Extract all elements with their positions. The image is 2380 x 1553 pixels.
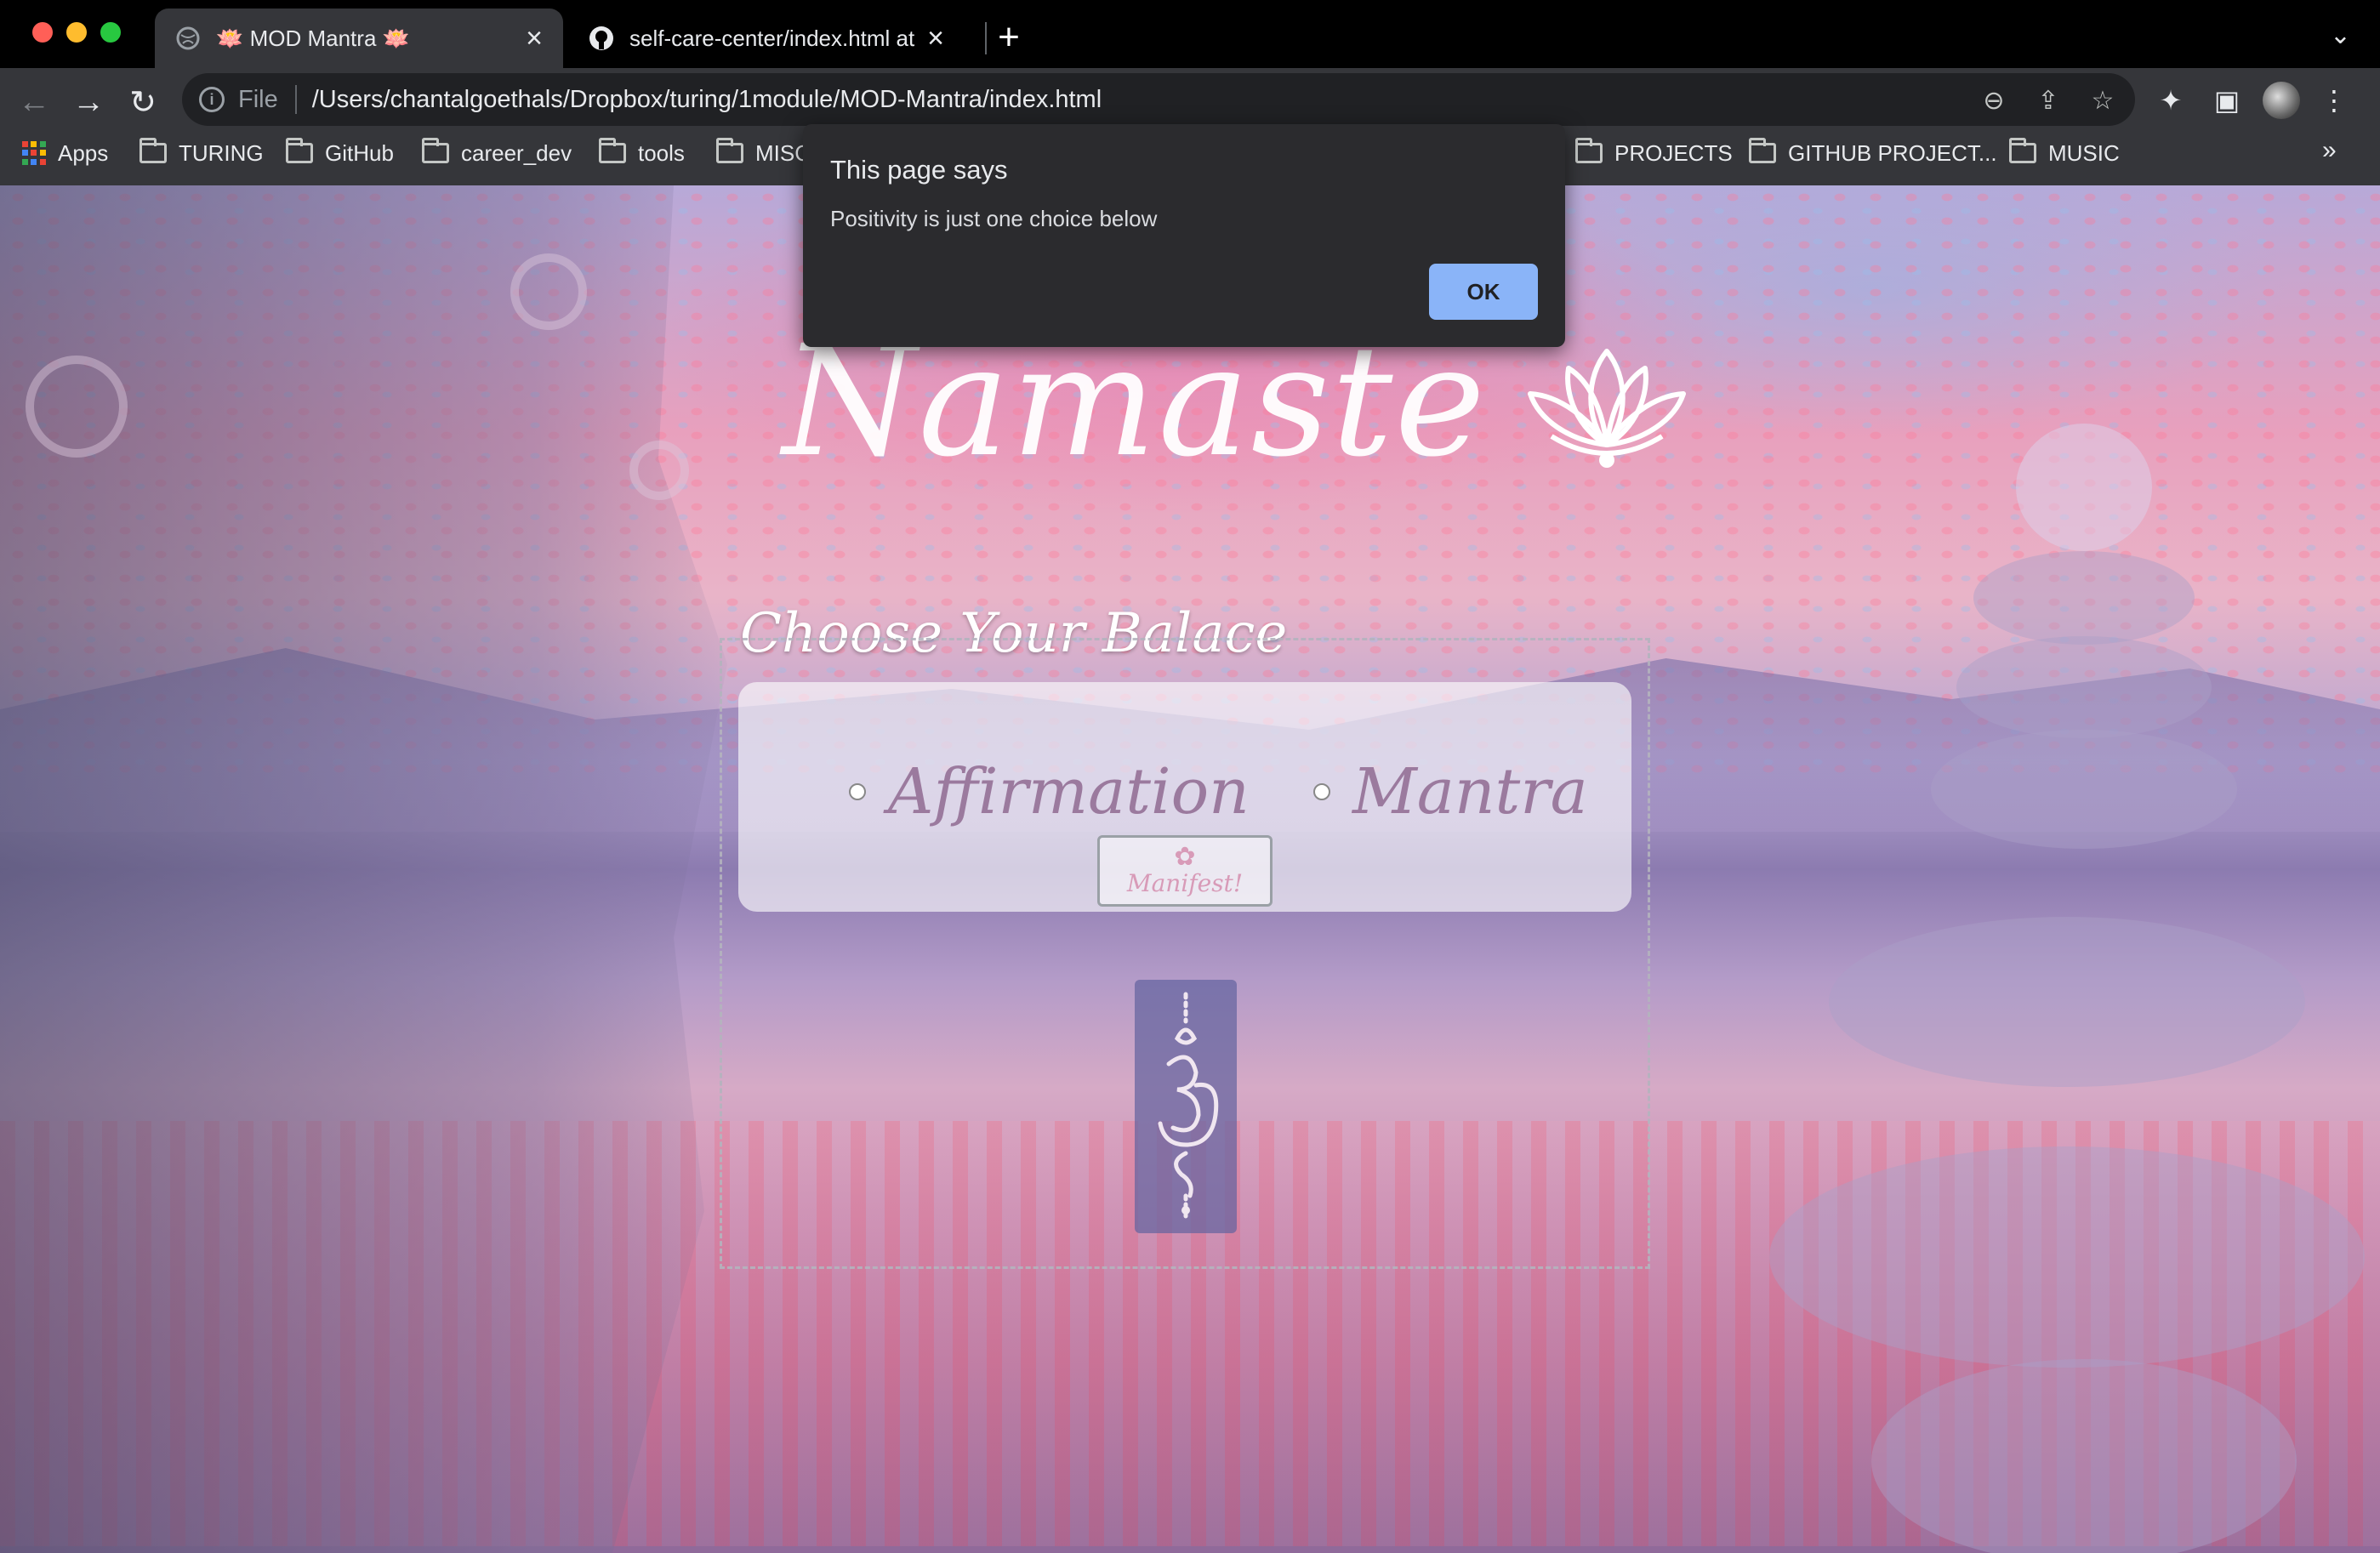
tab-github[interactable]: self-care-center/index.html at × [568, 9, 965, 68]
address-bar[interactable]: i File /Users/chantalgoethals/Dropbox/tu… [182, 73, 2135, 126]
ok-button[interactable]: OK [1429, 264, 1538, 320]
extensions-puzzle-icon[interactable]: ✦ [2149, 78, 2193, 122]
bookmark-label: GITHUB PROJECT... [1788, 139, 1997, 166]
swirl-ornament [26, 356, 128, 458]
reload-icon[interactable]: ↻ [119, 78, 167, 126]
swirl-ornament [510, 253, 587, 330]
tab-search-chevron-icon[interactable]: ⌄ [2330, 20, 2351, 50]
bookmark-career-dev[interactable]: career_dev [422, 136, 572, 170]
globe-icon [175, 26, 201, 51]
zoom-out-icon[interactable]: ⊖ [1975, 82, 2013, 119]
side-panel-icon[interactable]: ▣ [2205, 78, 2249, 122]
lotus-icon: ✿ [1174, 842, 1196, 871]
address-divider [294, 85, 297, 114]
alert-dialog: This page says Positivity is just one ch… [803, 124, 1565, 347]
bookmark-tools[interactable]: tools [599, 136, 685, 170]
new-tab-button[interactable]: + [988, 16, 1029, 58]
close-tab-icon[interactable]: × [517, 21, 551, 55]
dialog-message: Positivity is just one choice below [830, 206, 1158, 231]
folder-icon [1749, 138, 1776, 163]
stacked-stones-image [1701, 185, 2380, 1553]
bookmark-label: career_dev [461, 139, 572, 166]
close-window-button[interactable] [32, 22, 53, 43]
swirl-ornament [629, 441, 689, 500]
bookmark-label: TURING [179, 139, 264, 166]
minimize-window-button[interactable] [66, 22, 87, 43]
bookmark-music[interactable]: MUSIC [2009, 136, 2120, 170]
affirmation-label[interactable]: Affirmation [888, 755, 1250, 828]
bookmark-misc[interactable]: MISC [716, 136, 811, 170]
tab-strip: 🪷 MOD Mantra 🪷 × self-care-center/index.… [0, 0, 2380, 68]
manifest-button[interactable]: ✿ Manifest! [1097, 835, 1273, 907]
github-icon [589, 26, 614, 51]
folder-icon [1575, 138, 1603, 163]
bookmark-star-icon[interactable]: ☆ [2084, 82, 2121, 119]
back-arrow-icon[interactable]: ← [10, 78, 58, 126]
profile-avatar[interactable] [2263, 82, 2300, 119]
share-icon[interactable]: ⇪ [2030, 82, 2067, 119]
bookmark-label: MUSIC [2048, 139, 2120, 166]
maximize-window-button[interactable] [100, 22, 121, 43]
tab-mod-mantra[interactable]: 🪷 MOD Mantra 🪷 × [155, 9, 563, 68]
affirmation-option[interactable]: Affirmation [849, 755, 1250, 828]
dialog-title: This page says [830, 155, 1008, 185]
page-content: Namaste Choose Your Balace Affirmation M… [0, 185, 2380, 1553]
bookmark-apps[interactable]: Apps [22, 136, 108, 170]
close-tab-icon[interactable]: × [919, 21, 953, 55]
bookmark-label: Apps [58, 139, 109, 166]
tab-separator [985, 22, 987, 54]
om-symbol-card [1135, 980, 1237, 1233]
bookmark-github-projects[interactable]: GITHUB PROJECT... [1749, 136, 1997, 170]
mantra-radio[interactable] [1313, 783, 1330, 800]
affirmation-radio[interactable] [849, 783, 866, 800]
om-icon [1158, 992, 1219, 1221]
manifest-label: Manifest! [1126, 868, 1244, 897]
folder-icon [716, 138, 743, 163]
mantra-label[interactable]: Mantra [1352, 755, 1588, 828]
apps-grid-icon [22, 141, 46, 165]
info-icon[interactable]: i [199, 87, 225, 112]
folder-icon [2009, 138, 2036, 163]
bookmark-label: tools [638, 139, 685, 166]
lotus-icon [1528, 348, 1687, 468]
folder-icon [599, 138, 626, 163]
tab-title: 🪷 MOD Mantra 🪷 [216, 25, 410, 51]
more-menu-icon[interactable]: ⋮ [2312, 78, 2356, 122]
forward-arrow-icon[interactable]: → [65, 78, 112, 126]
choice-form: Affirmation Mantra ✿ Manifest! [738, 682, 1631, 912]
bookmark-label: GitHub [325, 139, 394, 166]
tab-title: self-care-center/index.html at [629, 25, 915, 51]
url-text[interactable]: /Users/chantalgoethals/Dropbox/turing/1m… [312, 86, 1102, 114]
scheme-label: File [238, 85, 278, 113]
folder-icon [422, 138, 449, 163]
folder-icon [139, 138, 167, 163]
bookmark-turing[interactable]: TURING [139, 136, 264, 170]
bookmark-projects[interactable]: PROJECTS [1575, 136, 1733, 170]
bookmark-github[interactable]: GitHub [286, 136, 394, 170]
bookmark-label: PROJECTS [1614, 139, 1733, 166]
bookmarks-overflow-icon[interactable]: » [2322, 136, 2337, 165]
folder-icon [286, 138, 313, 163]
mantra-option[interactable]: Mantra [1313, 755, 1588, 828]
